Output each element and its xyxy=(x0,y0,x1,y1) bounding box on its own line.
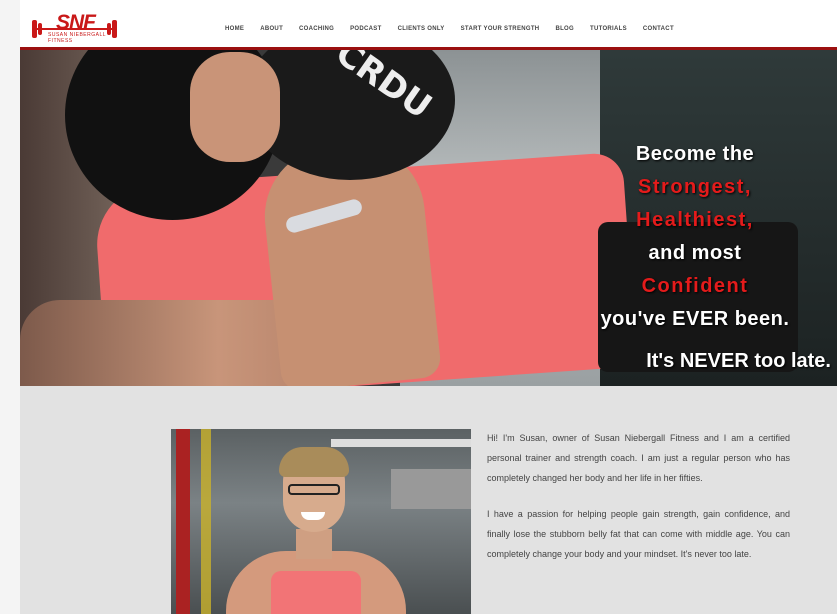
hero-line-6: you've EVER been. xyxy=(600,308,790,330)
nav-tutorials[interactable]: TUTORIALS xyxy=(590,26,627,32)
logo-subtitle: SUSAN NIEBERGALL FITNESS xyxy=(48,32,106,44)
about-bio: Hi! I'm Susan, owner of Susan Niebergall… xyxy=(487,428,790,580)
nav-about[interactable]: ABOUT xyxy=(260,26,283,32)
hero-line-1: Become the xyxy=(635,143,755,165)
nav-start-your-strength[interactable]: START YOUR STRENGTH xyxy=(461,26,540,32)
nav-coaching[interactable]: COACHING xyxy=(299,26,334,32)
photo-barbell xyxy=(331,439,471,447)
bio-paragraph-1: Hi! I'm Susan, owner of Susan Niebergall… xyxy=(487,433,790,483)
glasses-icon xyxy=(288,484,340,495)
main-nav: HOME ABOUT COACHING PODCAST CLIENTS ONLY… xyxy=(225,26,690,32)
nav-contact[interactable]: CONTACT xyxy=(643,26,674,32)
nav-podcast[interactable]: PODCAST xyxy=(350,26,381,32)
photo-neck xyxy=(296,529,332,559)
nav-home[interactable]: HOME xyxy=(225,26,244,32)
photo-equipment xyxy=(391,469,471,509)
photo-rack-red xyxy=(176,429,190,614)
susan-photo xyxy=(171,429,471,614)
about-section: Hi! I'm Susan, owner of Susan Niebergall… xyxy=(20,386,837,614)
photo-rack-yellow xyxy=(201,429,211,614)
site-header: SNF SUSAN NIEBERGALL FITNESS HOME ABOUT … xyxy=(20,0,837,50)
brand-logo[interactable]: SNF SUSAN NIEBERGALL FITNESS xyxy=(32,10,118,44)
hero-line-4: and most xyxy=(648,242,742,264)
hero-headline: Become the Strongest, Healthiest, and mo… xyxy=(565,138,825,336)
hero-line-3: Healthiest, xyxy=(636,209,754,231)
hero-line-5: Confident xyxy=(641,275,749,297)
photo-top xyxy=(271,571,361,614)
photo-hair xyxy=(279,447,349,477)
bio-paragraph-2: I have a passion for helping people gain… xyxy=(487,509,790,559)
hero-banner: CRDU Become the Strongest, Healthiest, a… xyxy=(20,50,837,386)
nav-blog[interactable]: BLOG xyxy=(555,26,574,32)
hero-line-2: Strongest, xyxy=(638,176,752,198)
hero-tagline: It's NEVER too late. xyxy=(646,350,831,372)
nav-clients-only[interactable]: CLIENTS ONLY xyxy=(398,26,445,32)
hero-fist xyxy=(190,52,280,162)
